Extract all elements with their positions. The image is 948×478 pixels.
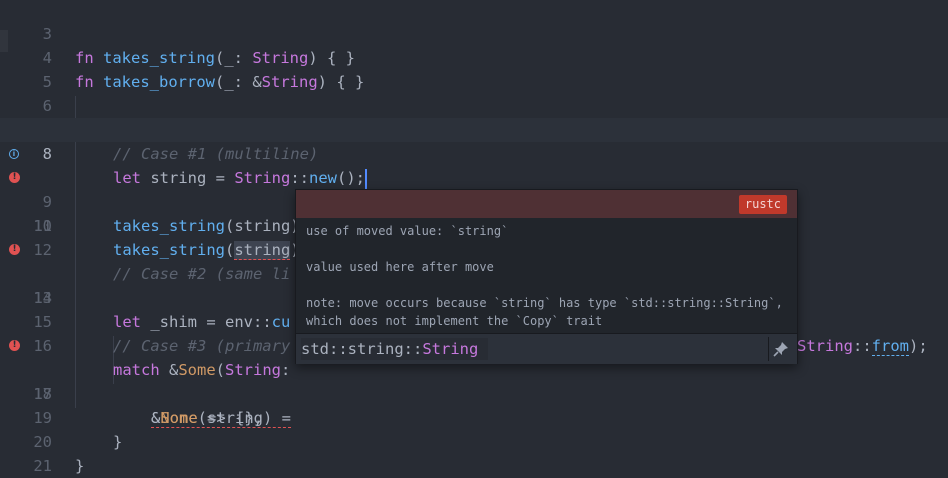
type-signature: std::string::String — [301, 338, 489, 360]
error-message: use of moved value: `string` — [306, 224, 509, 238]
error-marker-icon[interactable]: ! — [9, 172, 20, 183]
code-line[interactable]: 19 } — [0, 382, 948, 451]
code-line[interactable]: 3 fn takes_string(_: String) { } — [0, 0, 948, 67]
note-message-line: which does not implement the `Copy` trai… — [306, 314, 603, 328]
error-marker-icon[interactable]: ! — [9, 340, 20, 351]
pin-button[interactable] — [768, 337, 793, 361]
source-badge[interactable]: rustc — [738, 195, 787, 214]
type-path: std::string:: — [301, 340, 423, 358]
pin-icon — [773, 342, 788, 357]
info-marker-icon[interactable]: i — [9, 149, 19, 159]
code-line[interactable]: 5 — [0, 46, 948, 91]
code-line[interactable]: i 9 takes_string(string); — [0, 142, 948, 235]
error-secondary-message: value used here after move — [306, 260, 494, 274]
code-line[interactable]: ! 10 takes_string(string); — [0, 166, 948, 260]
code-line-current[interactable]: 8 let string = String::new(); — [0, 118, 948, 189]
code-line[interactable]: 20 } — [0, 406, 948, 475]
type-name: String — [422, 340, 479, 358]
type-info-bar: std::string::String — [296, 333, 797, 364]
code-line[interactable]: 6 fn main() { — [0, 70, 948, 139]
code-line[interactable]: 4 fn takes_borrow(_: &String) { } — [0, 22, 948, 91]
line-number: 21 — [33, 457, 52, 475]
code-line[interactable]: 7 // Case #1 (multiline) — [0, 94, 948, 163]
code-text: } — [75, 457, 85, 475]
note-message-line: note: move occurs because `string` has t… — [306, 296, 783, 310]
diagnostic-header: rustc — [296, 190, 797, 218]
diagnostic-popup[interactable]: rustc use of moved value: `string` value… — [295, 189, 798, 364]
code-line[interactable]: 21 — [0, 430, 948, 475]
error-marker-icon[interactable]: ! — [9, 244, 20, 255]
